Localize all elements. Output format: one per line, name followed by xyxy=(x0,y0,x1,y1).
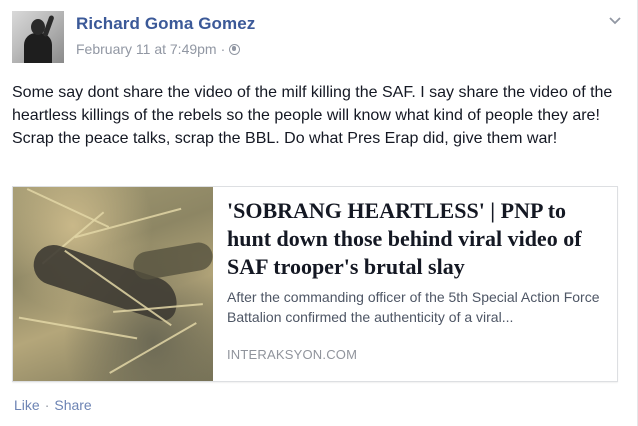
thumbnail-detail xyxy=(18,316,138,340)
actions-separator: · xyxy=(44,397,50,413)
chevron-down-icon[interactable] xyxy=(607,12,623,28)
link-card-body: 'SOBRANG HEARTLESS' | PNP to hunt down t… xyxy=(227,197,607,327)
thumbnail-detail xyxy=(109,322,197,374)
thumbnail-detail xyxy=(26,188,110,228)
thumbnail-detail xyxy=(131,240,213,282)
link-preview-card[interactable]: 'SOBRANG HEARTLESS' | PNP to hunt down t… xyxy=(12,186,618,382)
post-text-line: Scrap the peace talks, scrap the BBL. Do… xyxy=(12,130,558,147)
post-text-line: Some say dont share the video of the mil… xyxy=(12,84,613,124)
post-actions: Like · Share xyxy=(14,397,92,413)
post-timestamp-link[interactable]: February 11 at 7:49pm xyxy=(76,41,217,57)
like-button[interactable]: Like xyxy=(14,397,40,413)
post-meta: February 11 at 7:49pm · xyxy=(76,41,241,57)
link-card-title[interactable]: 'SOBRANG HEARTLESS' | PNP to hunt down t… xyxy=(227,197,607,281)
link-card-description: After the commanding officer of the 5th … xyxy=(227,289,600,325)
avatar-figure xyxy=(24,33,52,63)
author-name-link[interactable]: Richard Goma Gomez xyxy=(76,14,255,34)
post-text: Some say dont share the video of the mil… xyxy=(12,81,624,150)
avatar[interactable] xyxy=(12,11,64,63)
share-button[interactable]: Share xyxy=(54,397,91,413)
facebook-post: Richard Goma Gomez February 11 at 7:49pm… xyxy=(0,0,638,426)
globe-icon[interactable] xyxy=(229,44,241,55)
link-card-domain: INTERAKSYON.COM xyxy=(227,347,358,362)
meta-separator: · xyxy=(220,41,226,57)
link-thumbnail-image[interactable] xyxy=(13,187,213,381)
